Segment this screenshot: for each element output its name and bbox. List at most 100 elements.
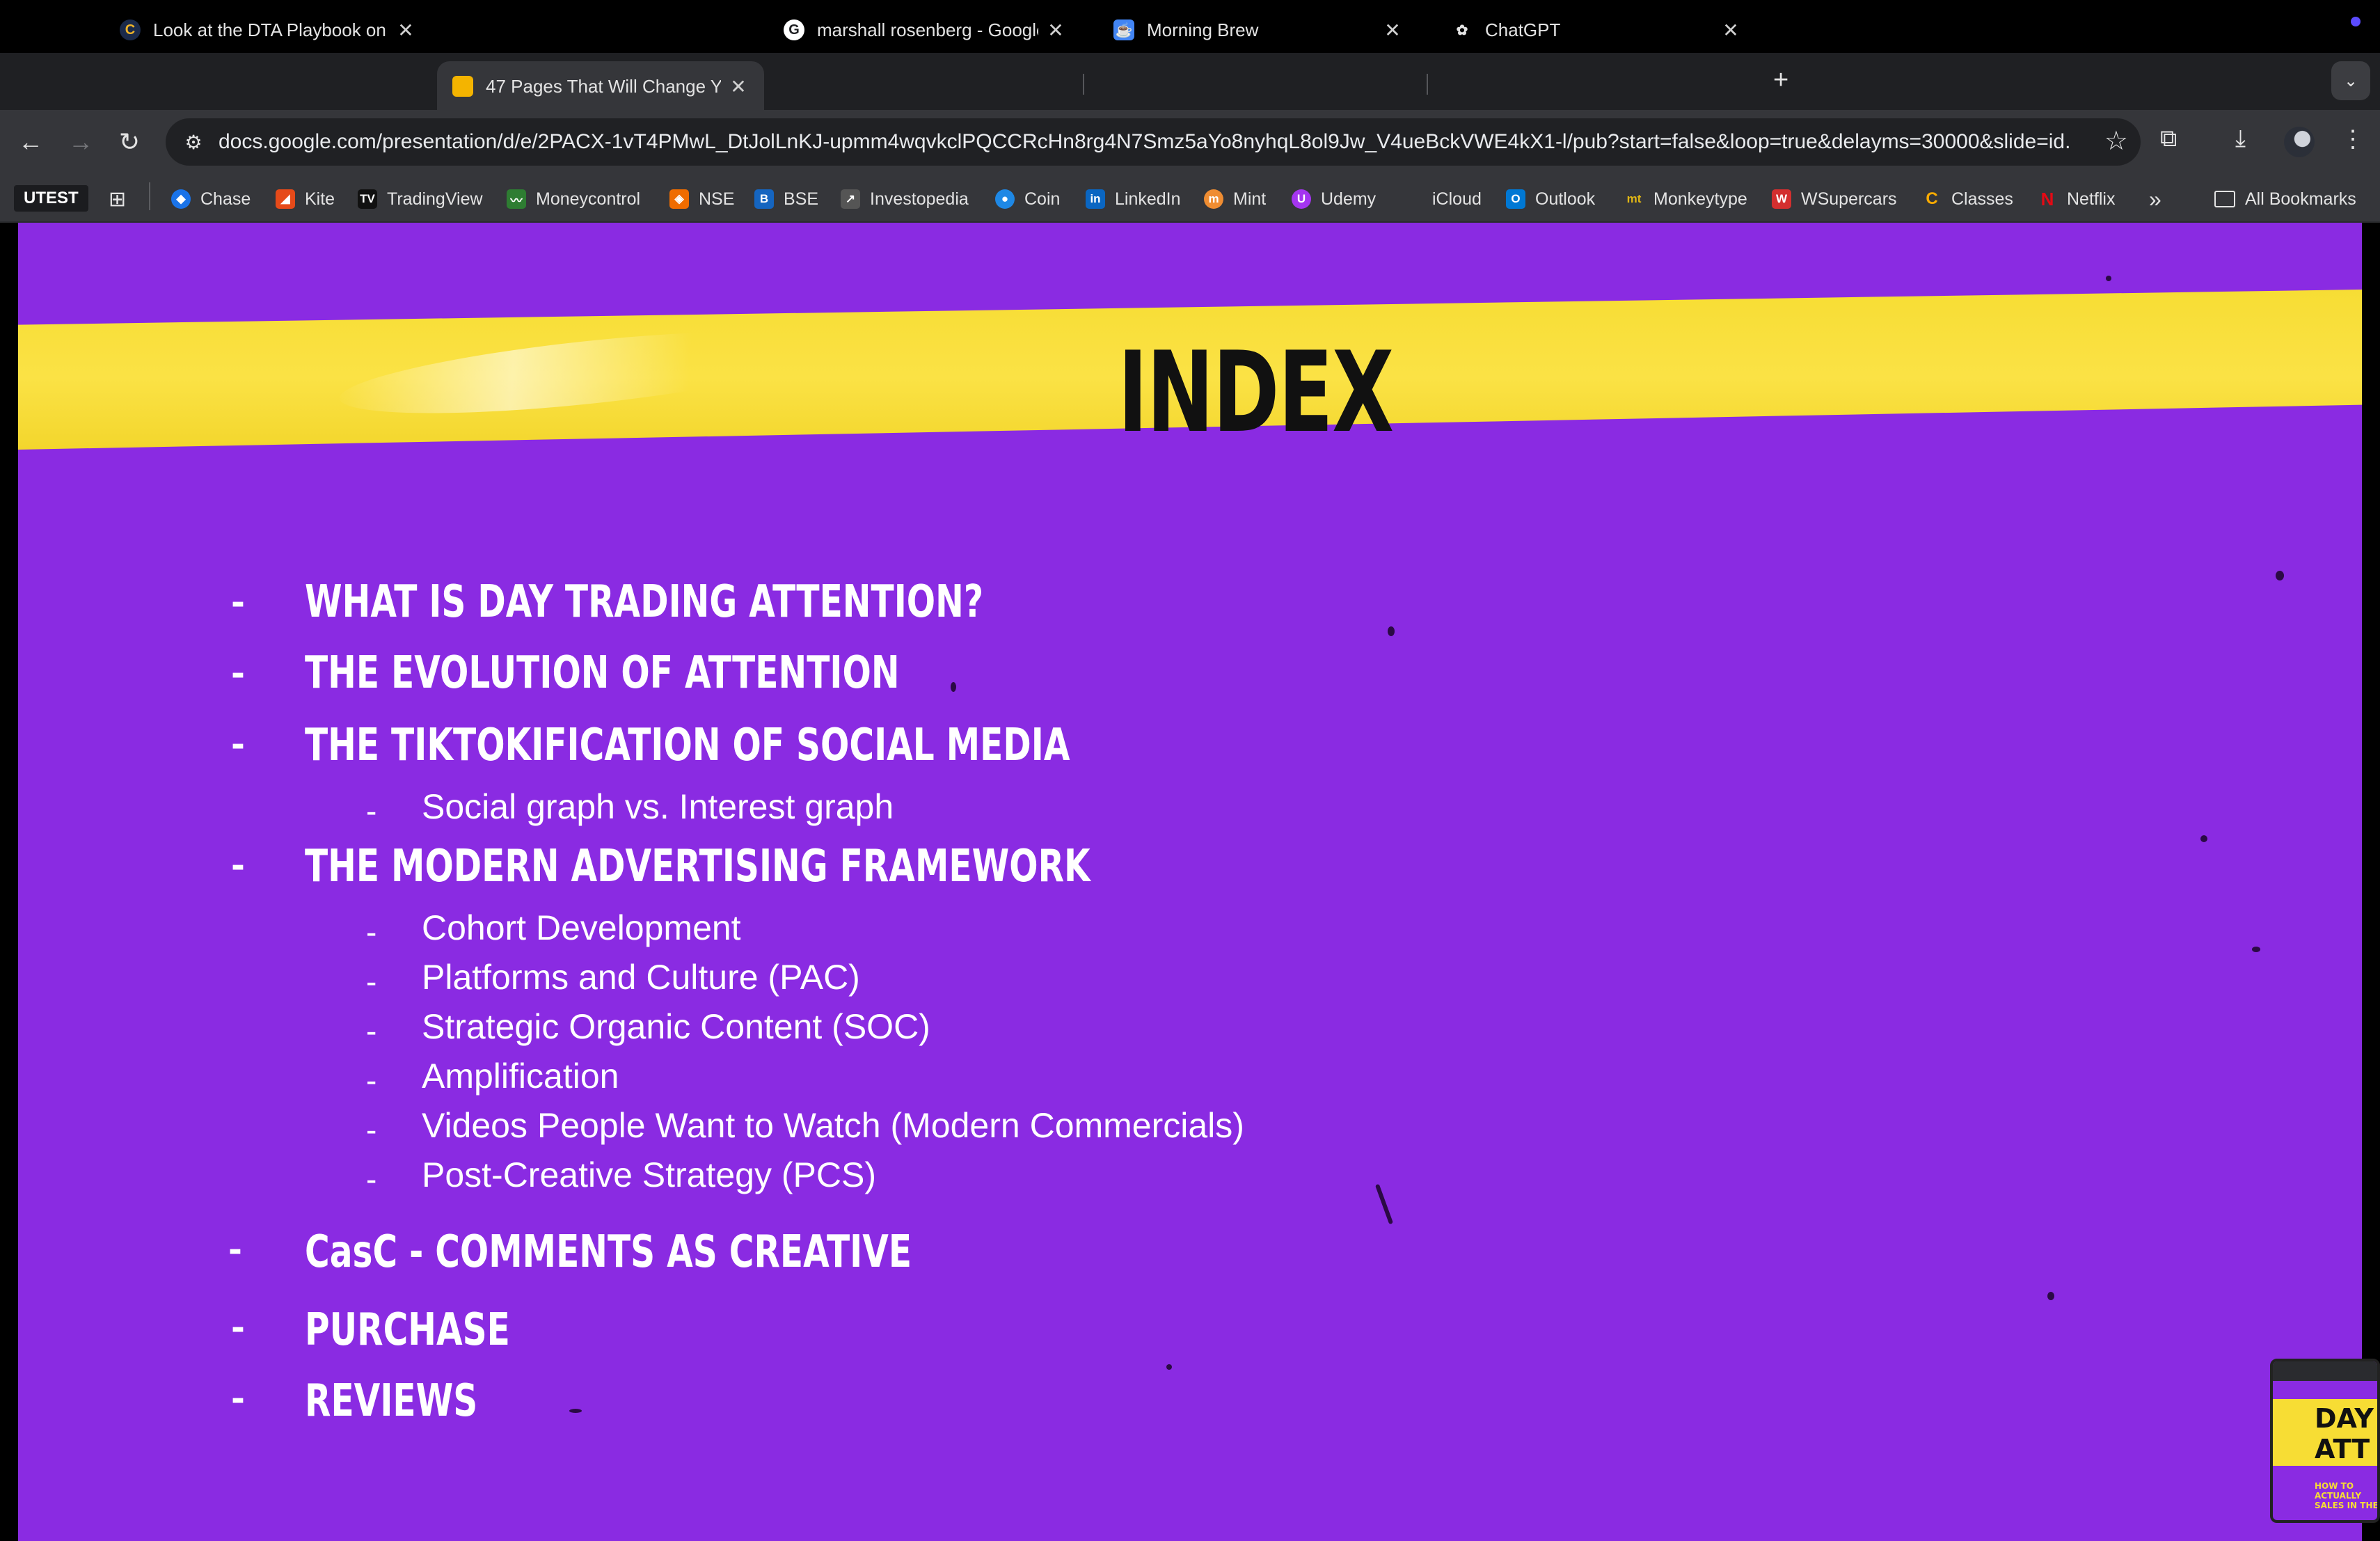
bullet-dash: - xyxy=(228,1231,242,1270)
apps-grid-icon[interactable]: ⊞ xyxy=(109,187,126,212)
status-dot-icon xyxy=(2351,17,2361,26)
bullet-dash: - xyxy=(231,1380,245,1418)
sub-bullet-dash: - xyxy=(366,793,377,829)
sub-bullet-dash: - xyxy=(366,1161,377,1197)
tab-separator xyxy=(1427,74,1428,95)
slides-favicon-icon xyxy=(452,76,473,97)
tab-separator xyxy=(1083,74,1084,95)
tab-close-icon[interactable]: ✕ xyxy=(1382,19,1403,42)
section-heading: CasC - COMMENTS AS CREATIVE xyxy=(305,1226,912,1278)
bookmark-udemy[interactable]: U Udemy xyxy=(1292,187,1376,212)
tab-title: Look at the DTA Playbook on xyxy=(153,19,386,40)
tab-title: Morning Brew xyxy=(1147,19,1259,40)
bookmark-tradingview[interactable]: TV TradingView xyxy=(358,187,483,212)
mint-icon: m xyxy=(1204,189,1223,209)
texture-speck xyxy=(2047,1292,2054,1300)
menu-kebab-icon[interactable]: ⋮ xyxy=(2341,125,2365,153)
bookmark-classes[interactable]: C Classes xyxy=(1922,187,2013,212)
back-button[interactable]: ← xyxy=(13,124,49,160)
apple-icon xyxy=(1403,189,1422,209)
bullet-dash: - xyxy=(231,1309,245,1348)
bookmark-chase[interactable]: ◆ Chase xyxy=(171,187,251,212)
morning-brew-favicon-icon: ☕ xyxy=(1113,19,1134,40)
bookmark-icloud[interactable]: iCloud xyxy=(1403,187,1482,212)
slide-viewport: INDEX - WHAT IS DAY TRADING ATTENTION? -… xyxy=(0,223,2380,1541)
bookmark-investopedia[interactable]: ↗ Investopedia xyxy=(841,187,969,212)
sub-item: Videos People Want to Watch (Modern Comm… xyxy=(422,1106,1244,1145)
bookmark-nse[interactable]: ◈ NSE xyxy=(669,187,734,212)
reload-button[interactable]: ↻ xyxy=(111,124,148,160)
section-heading: THE EVOLUTION OF ATTENTION xyxy=(305,647,900,699)
google-favicon-icon: G xyxy=(784,19,804,40)
tradingview-icon: TV xyxy=(358,189,377,209)
tab-search-chevron-icon[interactable]: ⌄ xyxy=(2331,61,2370,100)
site-settings-icon[interactable]: ⚙ xyxy=(180,128,207,156)
bookmark-mint[interactable]: m Mint xyxy=(1204,187,1266,212)
thumbnail-title: ATT xyxy=(2315,1434,2370,1464)
section-heading: PURCHASE xyxy=(305,1304,510,1356)
tab-47-pages[interactable]: 47 Pages That Will Change Yo ✕ xyxy=(437,61,764,111)
texture-speck xyxy=(1166,1364,1172,1370)
bookmark-linkedin[interactable]: in LinkedIn xyxy=(1086,187,1181,212)
tab-morning-brew[interactable]: ☕ Morning Brew ✕ xyxy=(1098,7,1418,53)
bookmark-bse[interactable]: B BSE xyxy=(754,187,818,212)
url-text[interactable]: docs.google.com/presentation/d/e/2PACX-1… xyxy=(219,130,2070,154)
thumbnail-toolbar xyxy=(2273,1361,2377,1381)
sub-bullet-dash: - xyxy=(366,1013,377,1049)
texture-speck xyxy=(569,1409,582,1413)
presentation-slide[interactable]: INDEX - WHAT IS DAY TRADING ATTENTION? -… xyxy=(18,223,2362,1541)
bookmark-wsupercars[interactable]: W WSupercars xyxy=(1772,187,1897,212)
section-heading: THE TIKTOKIFICATION OF SOCIAL MEDIA xyxy=(305,720,1070,771)
profile-avatar[interactable] xyxy=(2284,127,2315,157)
tab-chatgpt[interactable]: ✿ ChatGPT ✕ xyxy=(1436,7,1756,53)
bookmarks-bar: UTEST ⊞ ◆ Chase ◢ Kite TV TradingView 〰 Mone… xyxy=(0,174,2380,223)
texture-speck xyxy=(951,682,956,692)
tab-dta-playbook[interactable]: C Look at the DTA Playbook on ✕ xyxy=(104,7,431,53)
browser-toolbar: ← → ↻ ⚙ docs.google.com/presentation/d/e… xyxy=(0,110,2380,174)
tab-google-search[interactable]: G marshall rosenberg - Google ✕ xyxy=(768,7,1081,53)
kite-icon: ◢ xyxy=(276,189,295,209)
all-bookmarks[interactable]: All Bookmarks xyxy=(2214,187,2356,212)
sub-item: Post-Creative Strategy (PCS) xyxy=(422,1155,876,1194)
chase-icon: ◆ xyxy=(171,189,191,209)
extensions-icon[interactable]: ⧉ xyxy=(2160,125,2177,152)
monkeytype-icon: mt xyxy=(1626,192,1642,205)
slide-title: INDEX xyxy=(1118,327,1394,457)
section-heading: THE MODERN ADVERTISING FRAMEWORK xyxy=(305,841,1090,892)
sub-bullet-dash: - xyxy=(366,1062,377,1098)
download-icon[interactable]: ⤓ xyxy=(2235,125,2246,152)
classes-favicon-icon: C xyxy=(120,19,141,40)
sub-item: Cohort Development xyxy=(422,908,741,947)
sub-item: Social graph vs. Interest graph xyxy=(422,787,894,826)
picture-in-picture-thumbnail[interactable]: DAY T ATT HOW TO ACTUALLY SALES IN THE xyxy=(2270,1359,2380,1523)
tab-close-icon[interactable]: ✕ xyxy=(1045,19,1066,42)
address-bar[interactable]: ⚙ docs.google.com/presentation/d/e/2PACX… xyxy=(166,118,2141,166)
bookmark-netflix[interactable]: N Netflix xyxy=(2038,187,2116,212)
thumbnail-title: DAY T xyxy=(2315,1403,2377,1434)
tab-close-icon[interactable]: ✕ xyxy=(728,75,749,98)
tab-title: ChatGPT xyxy=(1485,19,1561,40)
tab-title: 47 Pages That Will Change Yo xyxy=(486,75,721,97)
section-heading: REVIEWS xyxy=(305,1375,478,1427)
bookmark-star-icon[interactable]: ☆ xyxy=(2104,125,2128,157)
moneycontrol-icon: 〰 xyxy=(507,189,526,209)
bookmark-utest[interactable]: UTEST xyxy=(14,185,88,212)
new-tab-button[interactable]: + xyxy=(1773,65,1788,95)
bookmarks-overflow-icon[interactable]: » xyxy=(2149,187,2161,212)
forward-button[interactable]: → xyxy=(63,124,99,160)
netflix-icon: N xyxy=(2040,188,2054,210)
sub-bullet-dash: - xyxy=(366,914,377,950)
bookmark-outlook[interactable]: O Outlook xyxy=(1506,187,1595,212)
bullet-dash: - xyxy=(231,583,245,622)
tab-close-icon[interactable]: ✕ xyxy=(1720,19,1741,42)
wsupercars-icon: W xyxy=(1772,189,1791,209)
chatgpt-favicon-icon: ✿ xyxy=(1456,22,1468,38)
tab-title: marshall rosenberg - Google xyxy=(817,19,1038,40)
bookmark-monkeytype[interactable]: mt Monkeytype xyxy=(1624,187,1747,212)
bookmark-kite[interactable]: ◢ Kite xyxy=(276,187,335,212)
texture-speck xyxy=(2200,835,2207,842)
sub-item: Platforms and Culture (PAC) xyxy=(422,958,860,997)
bookmark-coin[interactable]: ● Coin xyxy=(995,187,1060,212)
tab-close-icon[interactable]: ✕ xyxy=(395,19,416,42)
bookmark-moneycontrol[interactable]: 〰 Moneycontrol xyxy=(507,187,640,212)
